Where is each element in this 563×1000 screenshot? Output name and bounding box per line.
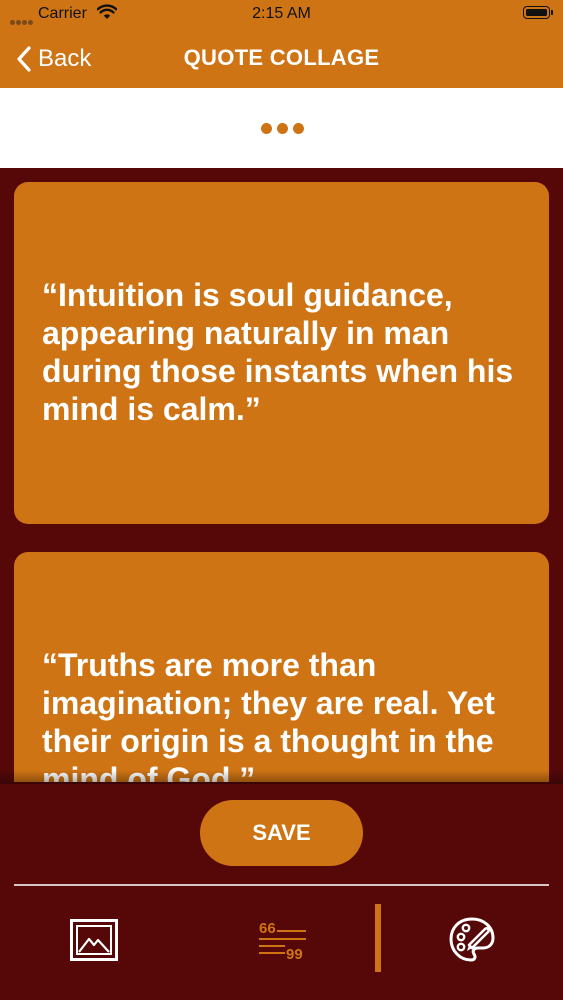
status-time: 2:15 AM [252,5,311,22]
navigation-bar: Back QUOTE COLLAGE [0,30,563,88]
toolbar-selection-indicator [375,904,381,972]
more-options-button[interactable] [252,120,312,136]
quote-text-tab-button[interactable]: 66 99 [254,912,310,968]
battery-icon [523,6,553,19]
status-bar: Carrier 2:15 AM [0,0,563,30]
quote-card[interactable]: “Intuition is soul guidance, appearing n… [14,182,549,524]
scroll-edge-shadow [0,770,563,784]
svg-text:99: 99 [286,946,303,961]
quote-card[interactable]: “Truths are more than imagination; they … [14,552,549,782]
save-button[interactable]: SAVE [200,800,363,866]
palette-icon [449,917,495,962]
quote-list[interactable]: “Intuition is soul guidance, appearing n… [0,168,563,782]
image-tab-button[interactable] [66,912,122,968]
palette-tab-button[interactable] [444,912,500,968]
dot [276,122,288,134]
image-icon [70,919,118,961]
quote-text-icon: 66 99 [259,920,306,961]
dot [292,122,304,134]
quote-text: “Truths are more than imagination; they … [42,647,495,782]
svg-text:66: 66 [259,920,276,937]
options-bar [0,88,563,168]
quote-text: “Intuition is soul guidance, appearing n… [42,277,514,427]
page-title: QUOTE COLLAGE [183,45,380,70]
dot [260,122,272,134]
toolbar-divider [14,884,549,886]
